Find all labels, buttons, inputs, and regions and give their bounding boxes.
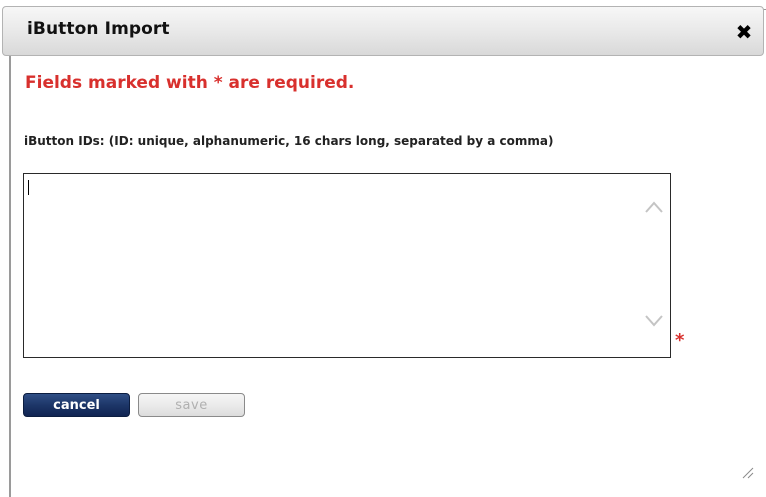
close-icon[interactable]: ✖ [733, 21, 755, 43]
required-asterisk: * [675, 330, 685, 351]
cancel-button[interactable]: cancel [23, 393, 130, 417]
dialog-title: iButton Import [27, 19, 170, 39]
required-fields-note: Fields marked with * are required. [25, 73, 355, 93]
ibutton-ids-label: iButton IDs: (ID: unique, alphanumeric, … [24, 134, 554, 148]
save-button[interactable]: save [138, 393, 245, 417]
scroll-up-icon[interactable] [644, 200, 664, 214]
ibutton-ids-field[interactable] [23, 173, 671, 358]
dialog-titlebar: iButton Import ✖ [2, 6, 764, 56]
scroll-down-icon[interactable] [644, 314, 664, 328]
text-caret [28, 180, 29, 195]
resize-grip-icon[interactable] [740, 465, 754, 479]
ibutton-ids-input[interactable] [24, 174, 634, 357]
